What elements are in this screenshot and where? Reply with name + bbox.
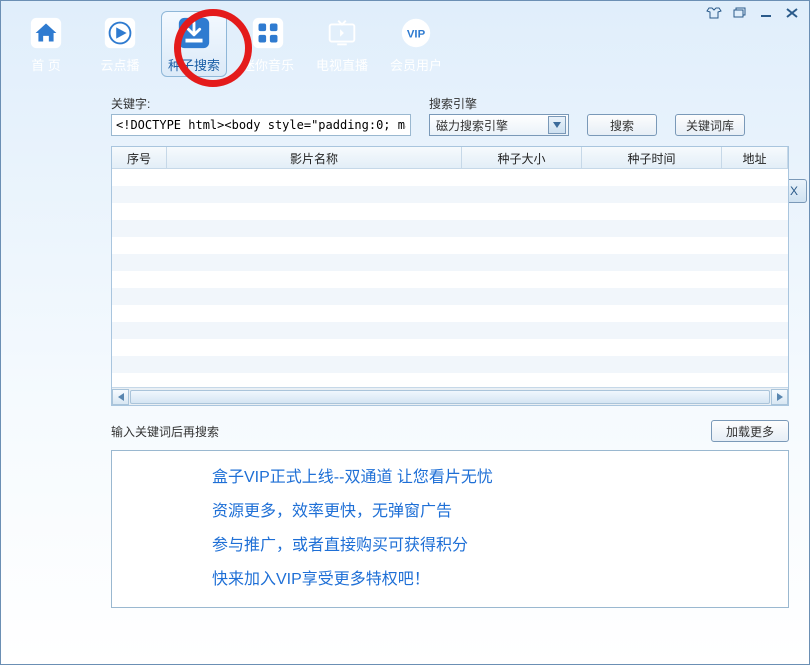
promo-line: 资源更多，效率更快，无弹窗广告 bbox=[212, 501, 768, 523]
toolbar-seedsearch[interactable]: 种子搜索 bbox=[161, 11, 227, 77]
content-area: 关键字: 搜索引擎 磁力搜索引擎 搜索 关键词库 序号 影片名称 种子大小 bbox=[1, 87, 809, 618]
toolbar-cloudplay[interactable]: 云点播 bbox=[87, 11, 153, 77]
col-index[interactable]: 序号 bbox=[112, 147, 167, 168]
col-size[interactable]: 种子大小 bbox=[462, 147, 582, 168]
table-row bbox=[112, 237, 788, 254]
results-table: 序号 影片名称 种子大小 种子时间 地址 bbox=[111, 146, 789, 406]
status-row: 输入关键词后再搜索 加载更多 bbox=[111, 420, 789, 442]
col-time[interactable]: 种子时间 bbox=[582, 147, 722, 168]
table-header: 序号 影片名称 种子大小 种子时间 地址 bbox=[112, 147, 788, 169]
home-icon bbox=[28, 15, 64, 51]
toolbar-minimusic-label: 迷你音乐 bbox=[242, 55, 294, 74]
table-row bbox=[112, 186, 788, 203]
tv-icon bbox=[324, 15, 360, 51]
scroll-left-icon[interactable] bbox=[112, 389, 129, 405]
horizontal-scrollbar[interactable] bbox=[112, 387, 788, 405]
status-hint: 输入关键词后再搜索 bbox=[111, 423, 219, 440]
table-row bbox=[112, 373, 788, 387]
promo-line: 参与推广，或者直接购买可获得积分 bbox=[212, 535, 768, 557]
keyword-label: 关键字: bbox=[111, 95, 411, 112]
table-row bbox=[112, 288, 788, 305]
col-title[interactable]: 影片名称 bbox=[167, 147, 462, 168]
table-row bbox=[112, 322, 788, 339]
chevron-down-icon bbox=[548, 116, 566, 134]
table-row bbox=[112, 305, 788, 322]
toolbar-home-label: 首 页 bbox=[31, 55, 61, 74]
toolbar-home[interactable]: 首 页 bbox=[13, 11, 79, 77]
toolbar-livestream-label: 电视直播 bbox=[316, 55, 368, 74]
engine-combo-value: 磁力搜索引擎 bbox=[436, 117, 508, 134]
table-row bbox=[112, 203, 788, 220]
search-row: 关键字: 搜索引擎 磁力搜索引擎 搜索 关键词库 bbox=[111, 95, 789, 136]
search-button[interactable]: 搜索 bbox=[587, 114, 657, 136]
keyword-library-button[interactable]: 关键词库 bbox=[675, 114, 745, 136]
table-row bbox=[112, 169, 788, 186]
main-toolbar: 首 页 云点播 种子搜索 迷你音乐 电视直播 bbox=[1, 1, 809, 87]
table-row bbox=[112, 356, 788, 373]
table-row bbox=[112, 339, 788, 356]
load-more-button[interactable]: 加载更多 bbox=[711, 420, 789, 442]
scroll-thumb[interactable] bbox=[130, 390, 770, 404]
table-row bbox=[112, 254, 788, 271]
toolbar-minimusic[interactable]: 迷你音乐 bbox=[235, 11, 301, 77]
keyword-group: 关键字: bbox=[111, 95, 411, 136]
promo-line: 快来加入VIP享受更多特权吧！ bbox=[212, 569, 768, 591]
toolbar-livestream[interactable]: 电视直播 bbox=[309, 11, 375, 77]
engine-group: 搜索引擎 磁力搜索引擎 bbox=[429, 95, 569, 136]
toolbar-cloudplay-label: 云点播 bbox=[100, 55, 139, 74]
toolbar-vipuser-label: 会员用户 bbox=[390, 55, 442, 74]
svg-text:VIP: VIP bbox=[407, 28, 426, 40]
promo-line: 盒子VIP正式上线--双通道 让您看片无忧 bbox=[212, 467, 768, 489]
keyword-input[interactable] bbox=[111, 114, 411, 136]
engine-label: 搜索引擎 bbox=[429, 95, 569, 112]
toolbar-vipuser[interactable]: VIP 会员用户 bbox=[383, 11, 449, 77]
toolbar-seedsearch-label: 种子搜索 bbox=[168, 55, 220, 74]
table-row bbox=[112, 220, 788, 237]
play-icon bbox=[102, 15, 138, 51]
table-row bbox=[112, 271, 788, 288]
promo-box: 盒子VIP正式上线--双通道 让您看片无忧 资源更多，效率更快，无弹窗广告 参与… bbox=[111, 450, 789, 608]
music-icon bbox=[250, 15, 286, 51]
col-addr[interactable]: 地址 bbox=[722, 147, 788, 168]
vip-icon: VIP bbox=[398, 15, 434, 51]
main-window: 首 页 云点播 种子搜索 迷你音乐 电视直播 bbox=[0, 0, 810, 665]
engine-combo[interactable]: 磁力搜索引擎 bbox=[429, 114, 569, 136]
scroll-right-icon[interactable] bbox=[771, 389, 788, 405]
download-icon bbox=[176, 15, 212, 51]
table-body bbox=[112, 169, 788, 387]
